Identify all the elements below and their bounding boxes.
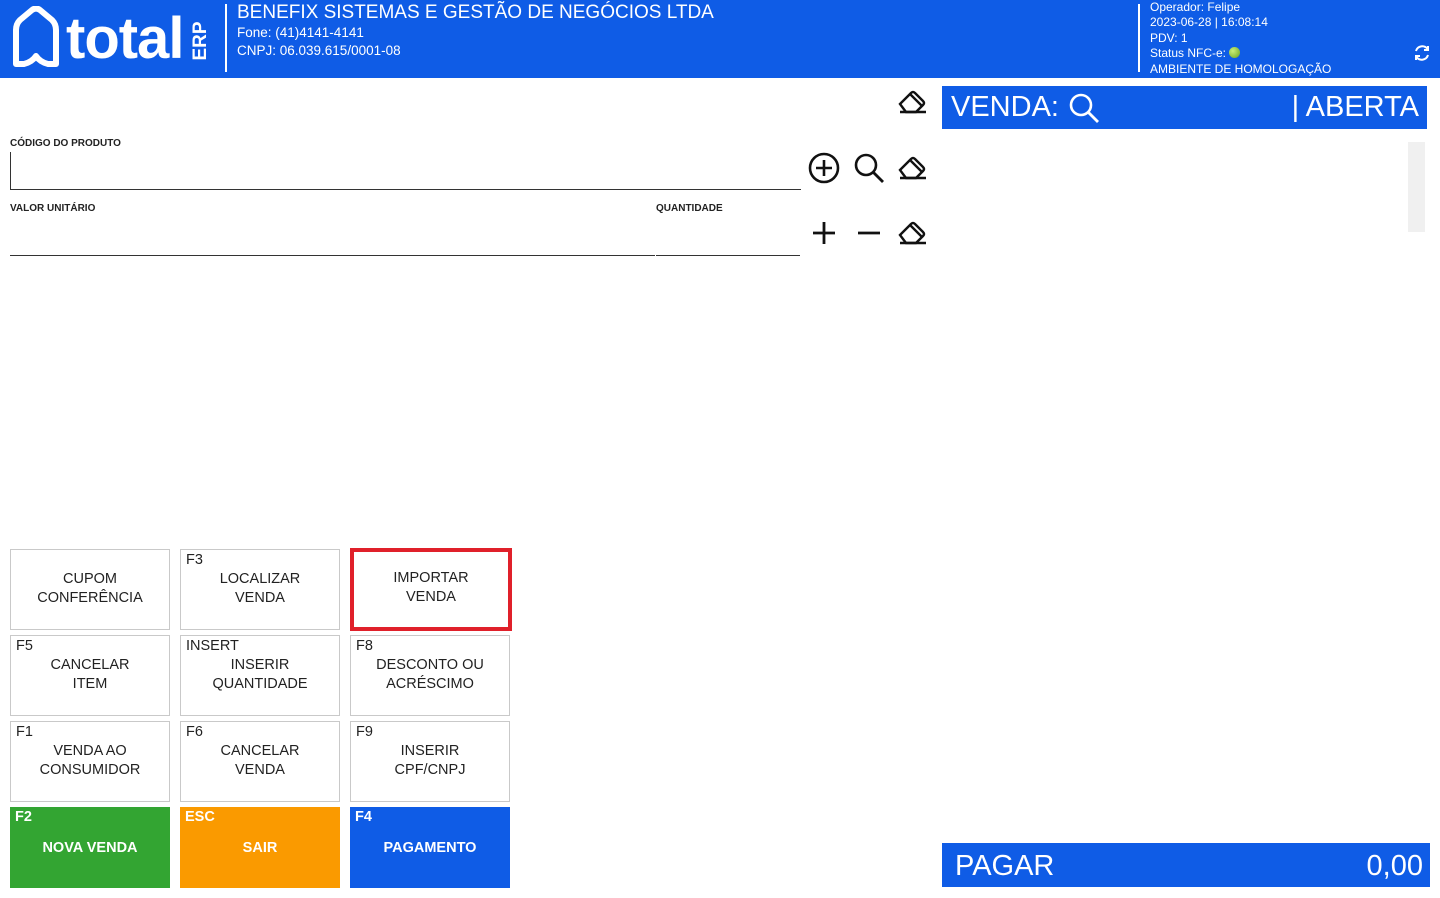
sale-label: VENDA:	[951, 91, 1059, 123]
environment-text: AMBIENTE DE HOMOLOGAÇÃO	[1150, 61, 1332, 76]
cancel-sale-button[interactable]: F6 CANCELAR VENDA	[180, 721, 340, 802]
nfce-status-dot	[1229, 47, 1241, 59]
nfce-status: Status NFC-e:	[1150, 46, 1331, 61]
product-code-input[interactable]	[10, 152, 801, 190]
import-sale-button[interactable]: IMPORTAR VENDA	[350, 548, 512, 631]
function-key-label: INSERIR CPF/CNPJ	[394, 743, 466, 778]
product-code-label: CÓDIGO DO PRODUTO	[10, 138, 121, 149]
cancel-item-button[interactable]: F5 CANCELAR ITEM	[10, 635, 170, 716]
function-key-label: PAGAMENTO	[383, 840, 477, 856]
function-key-shortcut: F2	[15, 809, 32, 825]
function-key-shortcut: F3	[186, 552, 203, 568]
new-sale-button[interactable]: F2 NOVA VENDA	[10, 807, 170, 888]
clear-product-button[interactable]	[894, 150, 930, 186]
logo-wordmark: total	[66, 6, 184, 71]
function-key-shortcut: F1	[16, 724, 33, 740]
discount-surcharge-button[interactable]: F8 DESCONTO OU ACRÉSCIMO	[350, 635, 510, 716]
datetime-text: 2023-06-28 | 16:08:14	[1150, 15, 1268, 30]
function-key-label: DESCONTO OU ACRÉSCIMO	[376, 657, 484, 692]
quantity-label: QUANTIDADE	[656, 203, 723, 214]
company-phone: Fone: (41)4141-4141	[237, 25, 364, 40]
add-circle-icon	[808, 152, 840, 184]
minus-icon	[858, 231, 880, 235]
search-product-button[interactable]	[851, 150, 887, 186]
unit-value-input[interactable]	[10, 218, 655, 256]
decrease-quantity-button[interactable]	[851, 215, 887, 251]
function-key-shortcut: ESC	[185, 809, 215, 825]
plus-icon	[813, 222, 835, 244]
header-divider	[1138, 4, 1140, 72]
function-key-label: IMPORTAR VENDA	[393, 570, 469, 605]
company-info: BENEFIX SISTEMAS E GESTÃO DE NEGÓCIOS LT…	[237, 2, 714, 60]
items-scrollbar[interactable]	[1408, 142, 1425, 232]
header-divider	[225, 4, 227, 72]
function-key-label: CANCELAR VENDA	[220, 743, 300, 778]
function-key-shortcut: F9	[356, 724, 373, 740]
clear-quantity-button[interactable]	[894, 215, 930, 251]
add-product-button[interactable]	[806, 150, 842, 186]
search-icon[interactable]	[1068, 92, 1100, 124]
clear-all-button[interactable]	[894, 84, 930, 120]
payment-button[interactable]: F4 PAGAMENTO	[350, 807, 510, 888]
function-key-label: INSERIR QUANTIDADE	[212, 657, 308, 692]
function-key-label: CANCELAR ITEM	[50, 657, 130, 692]
find-sale-button[interactable]: F3 LOCALIZAR VENDA	[180, 549, 340, 630]
company-name: BENEFIX SISTEMAS E GESTÃO DE NEGÓCIOS LT…	[237, 2, 714, 23]
eraser-icon	[898, 90, 926, 114]
company-cnpj: CNPJ: 06.039.615/0001-08	[237, 43, 401, 58]
logo-house-icon	[13, 6, 59, 67]
pdv-text: PDV: 1	[1150, 30, 1188, 45]
function-key-shortcut: F6	[186, 724, 203, 740]
consumer-sale-button[interactable]: F1 VENDA AO CONSUMIDOR	[10, 721, 170, 802]
unit-value-label: VALOR UNITÁRIO	[10, 203, 96, 214]
logo-erp: ERP	[190, 21, 211, 61]
function-key-label: CUPOM CONFERÊNCIA	[37, 571, 143, 606]
session-status: Operador: Felipe 2023-06-28 | 16:08:14 P…	[1150, 0, 1331, 77]
function-key-label: NOVA VENDA	[42, 840, 138, 856]
increase-quantity-button[interactable]	[806, 215, 842, 251]
logo: total ERP	[10, 6, 215, 72]
search-icon	[854, 153, 884, 183]
eraser-icon	[898, 156, 926, 180]
sync-icon[interactable]	[1412, 43, 1432, 63]
pay-bar: PAGAR 0,00	[942, 843, 1430, 887]
insert-cpf-button[interactable]: F9 INSERIR CPF/CNPJ	[350, 721, 510, 802]
quantity-input[interactable]	[656, 218, 800, 256]
exit-button[interactable]: ESC SAIR	[180, 807, 340, 888]
function-key-shortcut: INSERT	[186, 638, 239, 654]
sale-state: | ABERTA	[1291, 91, 1419, 123]
function-key-shortcut: F5	[16, 638, 33, 654]
eraser-icon	[898, 221, 926, 245]
sale-header: VENDA: | ABERTA	[942, 86, 1427, 129]
header-bar: total ERP BENEFIX SISTEMAS E GESTÃO DE N…	[0, 0, 1440, 78]
insert-quantity-button[interactable]: INSERT INSERIR QUANTIDADE	[180, 635, 340, 716]
operator-text: Operador: Felipe	[1150, 0, 1241, 14]
function-key-label: VENDA AO CONSUMIDOR	[39, 743, 141, 778]
coupon-check-button[interactable]: CUPOM CONFERÊNCIA	[10, 549, 170, 630]
function-key-shortcut: F8	[356, 638, 373, 654]
function-key-label: SAIR	[242, 840, 278, 856]
pay-total: 0,00	[1366, 850, 1423, 882]
pay-label: PAGAR	[955, 850, 1055, 882]
function-key-label: LOCALIZAR VENDA	[219, 571, 301, 606]
function-key-shortcut: F4	[355, 809, 372, 825]
